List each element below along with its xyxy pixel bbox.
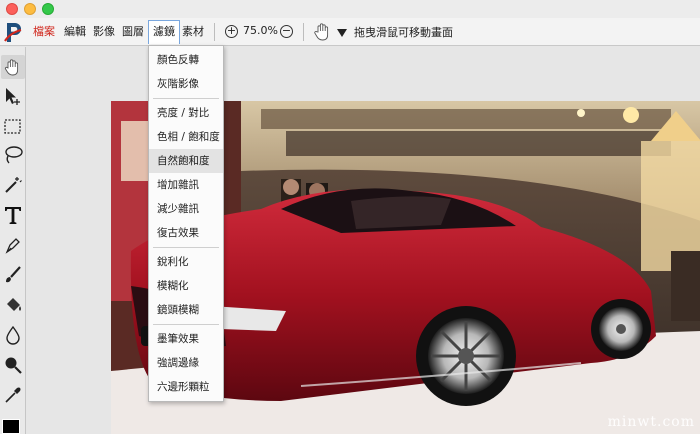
marquee-tool[interactable] [1,115,25,139]
tool-palette [0,47,26,434]
foreground-color-swatch[interactable] [2,419,20,434]
menu-assets[interactable]: 素材 [178,22,208,42]
menu-item-add-noise[interactable]: 增加雜訊 [149,173,223,197]
close-button[interactable] [6,3,18,15]
menu-separator [153,247,219,248]
watermark: minwt.com [607,414,695,430]
eyedropper-tool[interactable] [1,383,25,407]
text-icon [5,207,21,224]
menu-edit[interactable]: 編輯 [60,22,90,42]
lasso-tool[interactable] [1,143,25,167]
pen-icon [5,238,20,254]
app-window: 檔案 編輯 影像 圖層 濾鏡 素材 + 75.0% − 拖曳滑鼠可移動畫面 mi… [0,0,700,434]
menu-item-ink-pen[interactable]: 墨筆效果 [149,327,223,351]
menu-filter[interactable]: 濾鏡 [148,20,180,44]
menu-item-lens-blur[interactable]: 鏡頭模糊 [149,298,223,322]
lasso-icon [5,146,23,164]
divider [303,23,304,41]
menu-item-accent-edges[interactable]: 強調邊緣 [149,351,223,375]
title-bar [0,0,700,18]
dropdown-arrow-icon[interactable] [337,29,347,37]
menu-item-grayscale[interactable]: 灰階影像 [149,72,223,96]
zoom-out-icon[interactable]: − [280,25,293,38]
blur-tool[interactable] [1,323,25,347]
zoom-icon [5,357,22,374]
menu-file[interactable]: 檔案 [29,22,59,42]
menu-image[interactable]: 影像 [89,22,119,42]
paint-bucket-icon [7,298,21,311]
zoom-button[interactable] [42,3,54,15]
divider [214,23,215,41]
filter-dropdown-menu: 顏色反轉 灰階影像 亮度 / 對比 色相 / 飽和度 自然飽和度 增加雜訊 減少… [148,45,224,402]
menu-item-reduce-noise[interactable]: 減少雜訊 [149,197,223,221]
canvas-area[interactable]: minwt.com [27,47,700,434]
magic-wand-icon [5,177,22,193]
text-tool[interactable] [1,203,25,227]
move-icon [6,88,20,105]
pan-hint-text: 拖曳滑鼠可移動畫面 [354,26,453,39]
move-tool[interactable] [1,85,25,109]
eyedropper-icon [5,387,21,403]
menu-item-brightness-contrast[interactable]: 亮度 / 對比 [149,101,223,125]
hand-icon [4,59,19,76]
menu-item-invert[interactable]: 顏色反轉 [149,48,223,72]
menu-bar: 檔案 編輯 影像 圖層 濾鏡 素材 + 75.0% − 拖曳滑鼠可移動畫面 [0,18,700,46]
zoom-in-icon[interactable]: + [225,25,238,38]
menu-item-vibrance[interactable]: 自然飽和度 [149,149,223,173]
brush-icon [6,266,21,283]
brush-tool[interactable] [1,263,25,287]
menu-item-blur[interactable]: 模糊化 [149,274,223,298]
drop-icon [6,325,20,345]
menu-separator [153,98,219,99]
menu-item-vintage[interactable]: 復古效果 [149,221,223,245]
paint-bucket-tool[interactable] [1,293,25,317]
hand-tool[interactable] [1,55,25,79]
marquee-icon [4,119,21,134]
zoom-level: 75.0% [243,24,278,37]
minimize-button[interactable] [24,3,36,15]
menu-separator [153,324,219,325]
pen-tool[interactable] [1,233,25,257]
app-logo-icon [4,23,22,42]
menu-item-hue-saturation[interactable]: 色相 / 飽和度 [149,125,223,149]
magic-wand-tool[interactable] [1,173,25,197]
hand-icon[interactable] [314,22,332,42]
zoom-tool[interactable] [1,353,25,377]
menu-item-sharpen[interactable]: 銳利化 [149,250,223,274]
menu-layer[interactable]: 圖層 [118,22,148,42]
menu-item-hexagon-grain[interactable]: 六邊形顆粒 [149,375,223,399]
